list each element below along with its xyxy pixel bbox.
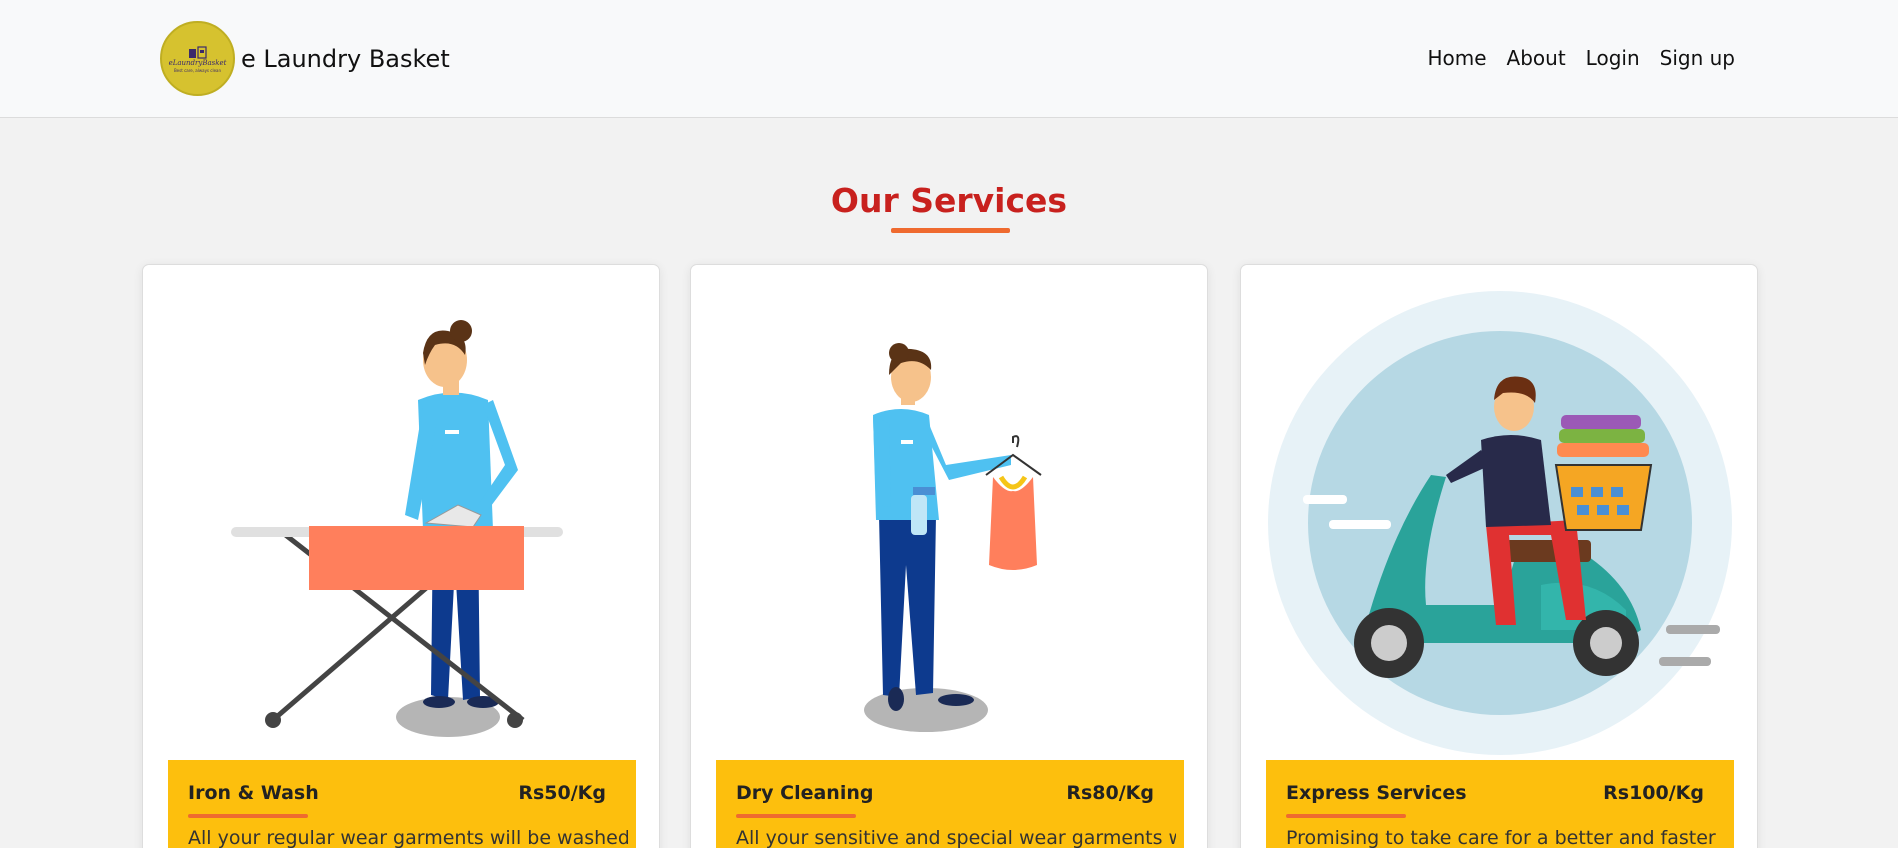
service-card-express[interactable]: Express Services Rs100/Kg Promising to t… <box>1240 264 1758 848</box>
dry-cleaning-woman-illustration <box>864 343 1042 732</box>
navbar: eLaundryBasket Best care, always clean e… <box>0 0 1898 118</box>
service-name: Dry Cleaning <box>736 782 874 804</box>
service-name: Express Services <box>1286 782 1467 804</box>
service-price: Rs80/Kg <box>1066 782 1154 804</box>
service-price: Rs50/Kg <box>518 782 606 804</box>
service-card-iron-wash[interactable]: Iron & Wash Rs50/Kg All your regular wea… <box>142 264 660 848</box>
service-description: Promising to take care for a better and … <box>1286 827 1716 848</box>
brand-link[interactable]: eLaundryBasket Best care, always clean e… <box>160 21 450 96</box>
service-card-dry-cleaning[interactable]: Dry Cleaning Rs80/Kg All your sensitive … <box>690 264 1208 848</box>
service-description: All your regular wear garments will be w… <box>188 827 628 848</box>
service-name-underline <box>736 814 856 818</box>
service-card-body: Dry Cleaning Rs80/Kg All your sensitive … <box>716 760 1184 848</box>
service-name-underline <box>1286 814 1406 818</box>
section-title: Our Services <box>830 181 1068 220</box>
delivery-scooter-illustration <box>1268 291 1732 755</box>
brand-name: e Laundry Basket <box>241 44 450 73</box>
service-card-body: Express Services Rs100/Kg Promising to t… <box>1266 760 1734 848</box>
ironing-woman-illustration <box>231 320 563 737</box>
service-price: Rs100/Kg <box>1603 782 1704 804</box>
logo-text: eLaundryBasket <box>168 58 227 67</box>
nav-home[interactable]: Home <box>1427 46 1486 70</box>
logo-tagline: Best care, always clean <box>173 67 222 73</box>
nav-about[interactable]: About <box>1507 46 1566 70</box>
nav-links: Home About Login Sign up <box>1427 46 1735 70</box>
service-description: All your sensitive and special wear garm… <box>736 827 1176 848</box>
brand-logo: eLaundryBasket Best care, always clean <box>160 21 235 96</box>
service-name: Iron & Wash <box>188 782 319 804</box>
laundry-basket-icon <box>188 45 207 59</box>
nav-login[interactable]: Login <box>1586 46 1640 70</box>
service-name-underline <box>188 814 308 818</box>
title-underline <box>891 228 1010 233</box>
service-card-body: Iron & Wash Rs50/Kg All your regular wea… <box>168 760 636 848</box>
nav-signup[interactable]: Sign up <box>1660 46 1735 70</box>
